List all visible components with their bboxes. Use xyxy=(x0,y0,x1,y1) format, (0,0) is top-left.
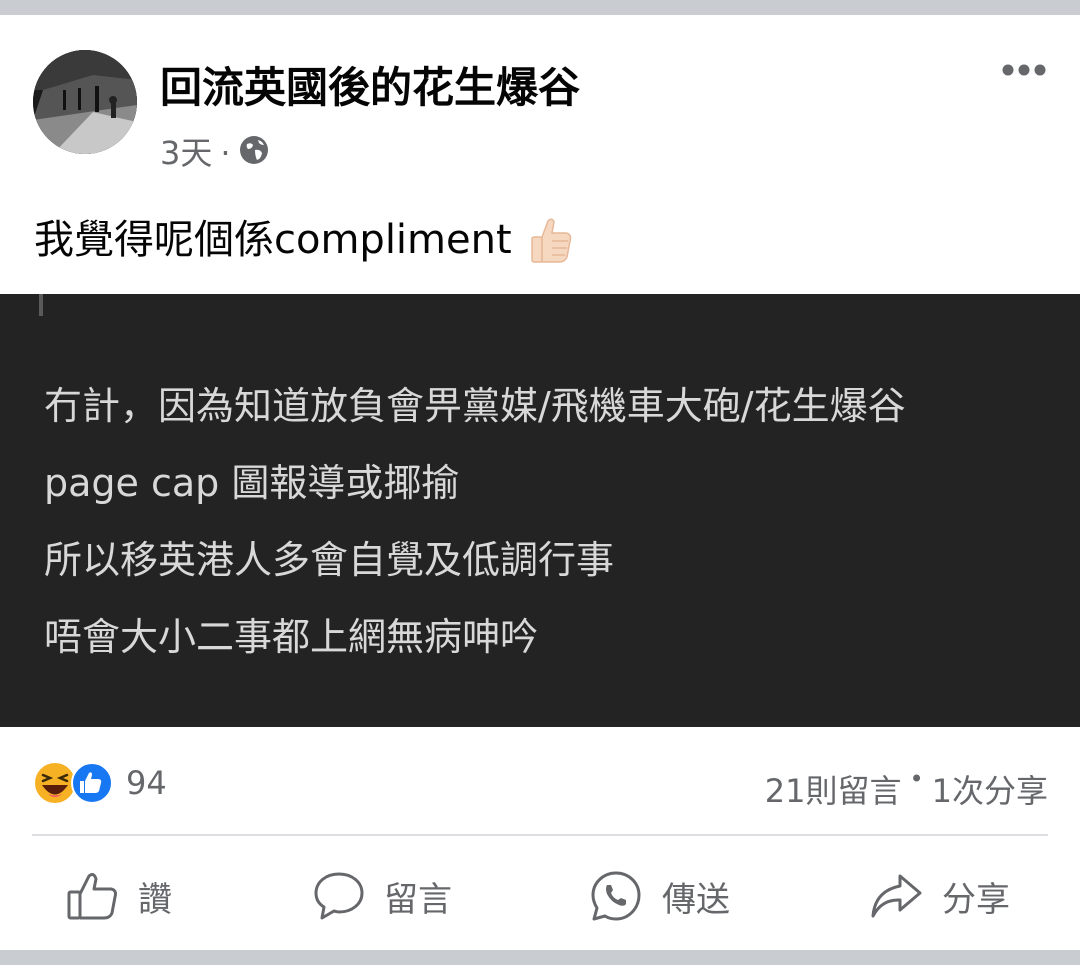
page-name[interactable]: 回流英國後的花生爆谷 xyxy=(160,63,580,113)
stats-separator: • xyxy=(909,765,924,793)
page-avatar[interactable] xyxy=(33,50,137,154)
globe-icon xyxy=(239,135,269,170)
like-button[interactable]: 讚 xyxy=(66,861,172,931)
image-text-line: 唔會大小二事都上網無病呻吟 xyxy=(44,615,539,659)
image-text-block: 冇計，因為知道放負會畀黨媒/飛機車大砲/花生爆谷 page cap 圖報導或揶揄… xyxy=(44,368,906,676)
reaction-summary[interactable]: 94 xyxy=(32,760,167,806)
post-card: 回流英國後的花生爆谷 3天 · 我覺得呢個係compliment 冇計，因為知道… xyxy=(0,15,1080,950)
comment-button[interactable]: 留言 xyxy=(312,861,452,931)
post-stats: 21則留言 • 1次分享 xyxy=(765,765,1048,812)
reaction-count: 94 xyxy=(126,764,167,802)
thumbs-up-icon xyxy=(528,215,574,265)
share-button[interactable]: 分享 xyxy=(868,861,1010,931)
like-outline-icon xyxy=(66,870,120,922)
image-text-line: 冇計，因為知道放負會畀黨媒/飛機車大砲/花生爆谷 xyxy=(44,384,906,428)
meta-separator: · xyxy=(220,133,231,172)
share-arrow-icon xyxy=(868,871,924,921)
divider xyxy=(32,834,1048,836)
image-text-line: page cap 圖報導或揶揄 xyxy=(44,461,460,505)
post-text-content: 我覺得呢個係compliment xyxy=(34,217,512,263)
comment-icon xyxy=(312,870,366,922)
image-text-line: 所以移英港人多會自覺及低調行事 xyxy=(44,538,615,582)
comment-label: 留言 xyxy=(384,879,452,920)
more-options-button[interactable] xyxy=(996,53,1052,87)
share-label: 分享 xyxy=(942,879,1010,920)
send-button[interactable]: 傳送 xyxy=(588,861,730,931)
text-cursor xyxy=(39,294,43,316)
share-count[interactable]: 1次分享 xyxy=(932,766,1048,812)
post-meta: 3天 · xyxy=(160,135,269,170)
like-icon xyxy=(70,761,114,805)
whatsapp-icon xyxy=(588,868,644,924)
post-time[interactable]: 3天 xyxy=(160,137,212,169)
send-label: 傳送 xyxy=(662,879,730,920)
shared-image[interactable]: 冇計，因為知道放負會畀黨媒/飛機車大砲/花生爆谷 page cap 圖報導或揶揄… xyxy=(0,294,1080,727)
like-label: 讚 xyxy=(138,879,172,920)
post-text: 我覺得呢個係compliment xyxy=(34,215,574,265)
comment-count[interactable]: 21則留言 xyxy=(765,766,902,812)
